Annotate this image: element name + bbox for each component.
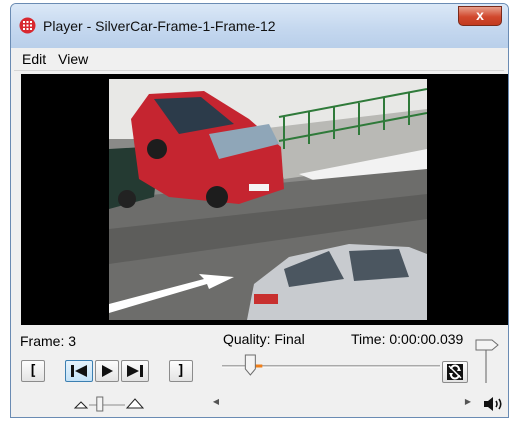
time-label: Time: 0:00:00.039 [351, 331, 464, 347]
menu-edit[interactable]: Edit [14, 51, 50, 67]
scroll-right-arrow-icon[interactable]: ▶ [460, 393, 476, 411]
controls-panel: Frame: 3 Quality: Final Time: 0:00:00.03… [11, 325, 508, 417]
frame-label: Frame: 3 [20, 333, 77, 349]
scroll-left-arrow-icon[interactable]: ◀ [208, 393, 224, 411]
horizontal-scrollbar[interactable]: ◀ ▶ [208, 393, 476, 411]
loop-icon [447, 364, 463, 380]
mark-in-label: [ [28, 363, 38, 379]
step-back-icon [71, 365, 87, 377]
window-title: Player - SilverCar-Frame-1-Frame-12 [43, 18, 276, 34]
video-viewport[interactable] [21, 74, 508, 325]
mark-out-label: ] [176, 363, 186, 379]
step-back-button[interactable] [65, 360, 93, 382]
speed-slider[interactable] [67, 395, 153, 413]
step-forward-icon [127, 365, 143, 377]
player-window: Player - SilverCar-Frame-1-Frame-12 x Ed… [10, 3, 509, 418]
title-bar[interactable]: Player - SilverCar-Frame-1-Frame-12 x [11, 4, 508, 48]
menu-bar: Edit View [14, 48, 504, 71]
menu-view[interactable]: View [50, 51, 92, 67]
loop-button[interactable] [442, 361, 468, 383]
step-forward-button[interactable] [121, 360, 149, 382]
speaker-icon[interactable] [483, 396, 505, 412]
quality-slider[interactable] [216, 353, 446, 379]
quality-label: Quality: Final [223, 331, 305, 347]
mark-in-button[interactable]: [ [21, 360, 45, 382]
video-frame-image [109, 79, 427, 320]
player-app-icon [19, 17, 36, 34]
play-button[interactable] [95, 360, 119, 382]
play-icon [102, 365, 113, 377]
close-button[interactable]: x [458, 6, 502, 26]
mark-out-button[interactable]: ] [169, 360, 193, 382]
volume-slider[interactable] [474, 339, 504, 385]
